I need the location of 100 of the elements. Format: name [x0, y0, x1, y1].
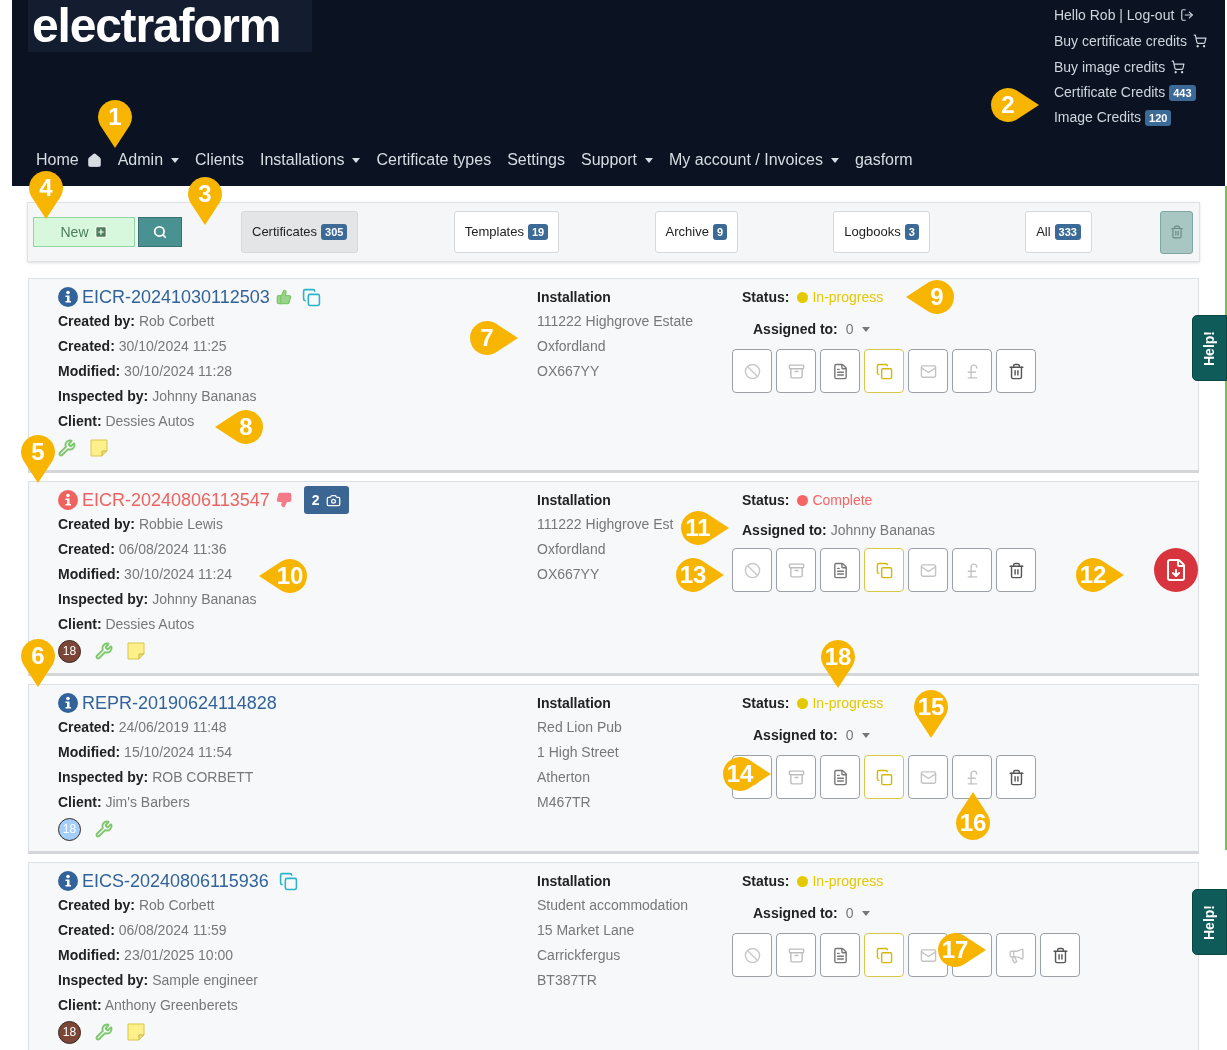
status-label: Status:: [742, 693, 790, 713]
trash-icon: [1007, 561, 1025, 579]
sticky-note-icon[interactable]: [127, 642, 145, 660]
thumbs-down-icon[interactable]: [275, 492, 292, 508]
nav-link[interactable]: Settings: [507, 148, 565, 172]
action-button[interactable]: [996, 548, 1036, 592]
envelope-icon: [919, 768, 937, 786]
detail-line: Created: 24/06/2019 11:48: [58, 718, 227, 737]
action-button[interactable]: [1040, 933, 1080, 977]
archive-box-icon: [787, 946, 805, 964]
filter-tab[interactable]: Archive 9: [654, 211, 738, 253]
nav-link[interactable]: gasform: [854, 148, 913, 172]
trash-button[interactable]: [1160, 210, 1193, 254]
certificate-link[interactable]: EICS-20240806115936: [82, 867, 269, 895]
wrench-icon[interactable]: [58, 439, 76, 457]
copy-icon: [875, 768, 893, 786]
action-button[interactable]: [820, 548, 860, 592]
info-icon[interactable]: [58, 287, 78, 307]
account-link[interactable]: Buy certificate credits: [1053, 28, 1207, 54]
address-line: 15 Market Lane: [537, 921, 635, 940]
detail-line: Modified: 15/10/2024 11:54: [58, 743, 233, 762]
nav-link[interactable]: Home: [36, 148, 102, 172]
installation-heading: Installation: [537, 872, 611, 891]
thumbs-up-icon[interactable]: [275, 289, 292, 305]
certificate-link[interactable]: REPR-20190624114828: [82, 689, 277, 717]
help-tab[interactable]: Help!: [1192, 315, 1227, 381]
nav-link[interactable]: Admin: [117, 148, 180, 172]
address-line: Carrickfergus: [537, 946, 621, 965]
nav-link[interactable]: Clients: [195, 148, 244, 172]
action-button[interactable]: [820, 755, 860, 799]
envelope-icon: [919, 946, 937, 964]
trash-icon: [1007, 768, 1025, 786]
logout-icon: [1180, 8, 1195, 22]
detail-line: Created: 06/08/2024 11:36: [58, 540, 227, 559]
address-line: 1 High Street: [537, 743, 619, 762]
filter-tab[interactable]: All 333: [1025, 211, 1092, 253]
pdf-download-button[interactable]: [1154, 548, 1198, 592]
search-icon: [153, 225, 167, 239]
count-badge[interactable]: 18: [58, 1020, 81, 1044]
credits-count: 120: [1145, 109, 1172, 126]
detail-line: Modified: 30/10/2024 11:24: [58, 565, 233, 584]
wrench-icon[interactable]: [95, 642, 113, 660]
action-button[interactable]: [996, 755, 1036, 799]
nav-link[interactable]: Support: [581, 148, 654, 172]
address-line: BT387TR: [537, 971, 597, 990]
detail-line: Created by: Rob Corbett: [58, 896, 215, 915]
caret-icon: [861, 326, 870, 332]
detail-line: Inspected by: ROB CORBETT: [58, 768, 254, 787]
info-icon[interactable]: [58, 871, 78, 891]
detail-line: Created by: Robbie Lewis: [58, 515, 223, 534]
action-button[interactable]: [996, 349, 1036, 393]
trash-icon: [1051, 946, 1069, 964]
status-text: Complete: [812, 490, 873, 510]
status-text: In-progress: [812, 287, 884, 307]
help-tab[interactable]: Help!: [1192, 889, 1227, 955]
action-button[interactable]: [820, 349, 860, 393]
search-button[interactable]: [138, 217, 182, 247]
assigned-label: Assigned to:: [742, 520, 827, 540]
assignee-dropdown[interactable]: 0: [845, 724, 870, 746]
account-link[interactable]: Hello Rob | Log-out: [1053, 2, 1207, 28]
brand-logo[interactable]: electraform: [28, 0, 312, 52]
address-line: Atherton: [537, 768, 590, 787]
megaphone-icon: [1007, 946, 1025, 964]
count-badge[interactable]: 18: [58, 639, 81, 663]
address-line: Student accommodation: [537, 896, 688, 915]
sticky-note-icon[interactable]: [127, 1023, 145, 1041]
block-icon: [743, 362, 761, 380]
assigned-label: Assigned to:: [753, 725, 838, 745]
detail-line: Inspected by: Johnny Bananas: [58, 387, 257, 406]
credits-count: 443: [1169, 84, 1196, 101]
wrench-icon[interactable]: [95, 820, 113, 838]
detail-line: Created by: Rob Corbett: [58, 312, 215, 331]
assignee-dropdown[interactable]: 0: [845, 318, 870, 340]
detail-line: Created: 30/10/2024 11:25: [58, 337, 227, 356]
info-icon[interactable]: [58, 490, 78, 510]
nav-link[interactable]: My account / Invoices: [669, 148, 839, 172]
sticky-note-icon[interactable]: [90, 439, 108, 457]
new-button[interactable]: New: [33, 217, 135, 247]
block-icon: [743, 561, 761, 579]
info-icon[interactable]: [58, 693, 78, 713]
nav-link[interactable]: Certificate types: [376, 148, 492, 172]
filter-tab[interactable]: Logbooks 3: [833, 211, 930, 253]
credits-label: Image Credits: [1053, 108, 1142, 127]
copy-icon[interactable]: [301, 287, 321, 307]
certificate-link[interactable]: EICR-20241030112503: [82, 283, 270, 311]
address-line: 111222 Highgrove Est: [537, 515, 674, 534]
action-button[interactable]: [820, 933, 860, 977]
filter-tab[interactable]: Templates 19: [453, 211, 560, 253]
address-line: M467TR: [537, 793, 591, 812]
photo-count-button[interactable]: 2: [303, 486, 349, 514]
copy-icon[interactable]: [278, 871, 298, 891]
wrench-icon[interactable]: [95, 1023, 113, 1041]
filter-tab[interactable]: Certificates 305: [241, 211, 359, 253]
status-text: In-progress: [812, 693, 884, 713]
account-link[interactable]: Buy image credits: [1053, 54, 1207, 80]
document-icon: [831, 946, 849, 964]
nav-link[interactable]: Installations: [259, 148, 361, 172]
assignee-dropdown[interactable]: 0: [845, 902, 870, 924]
credits-label: Certificate Credits: [1053, 83, 1166, 102]
copy-icon: [875, 362, 893, 380]
